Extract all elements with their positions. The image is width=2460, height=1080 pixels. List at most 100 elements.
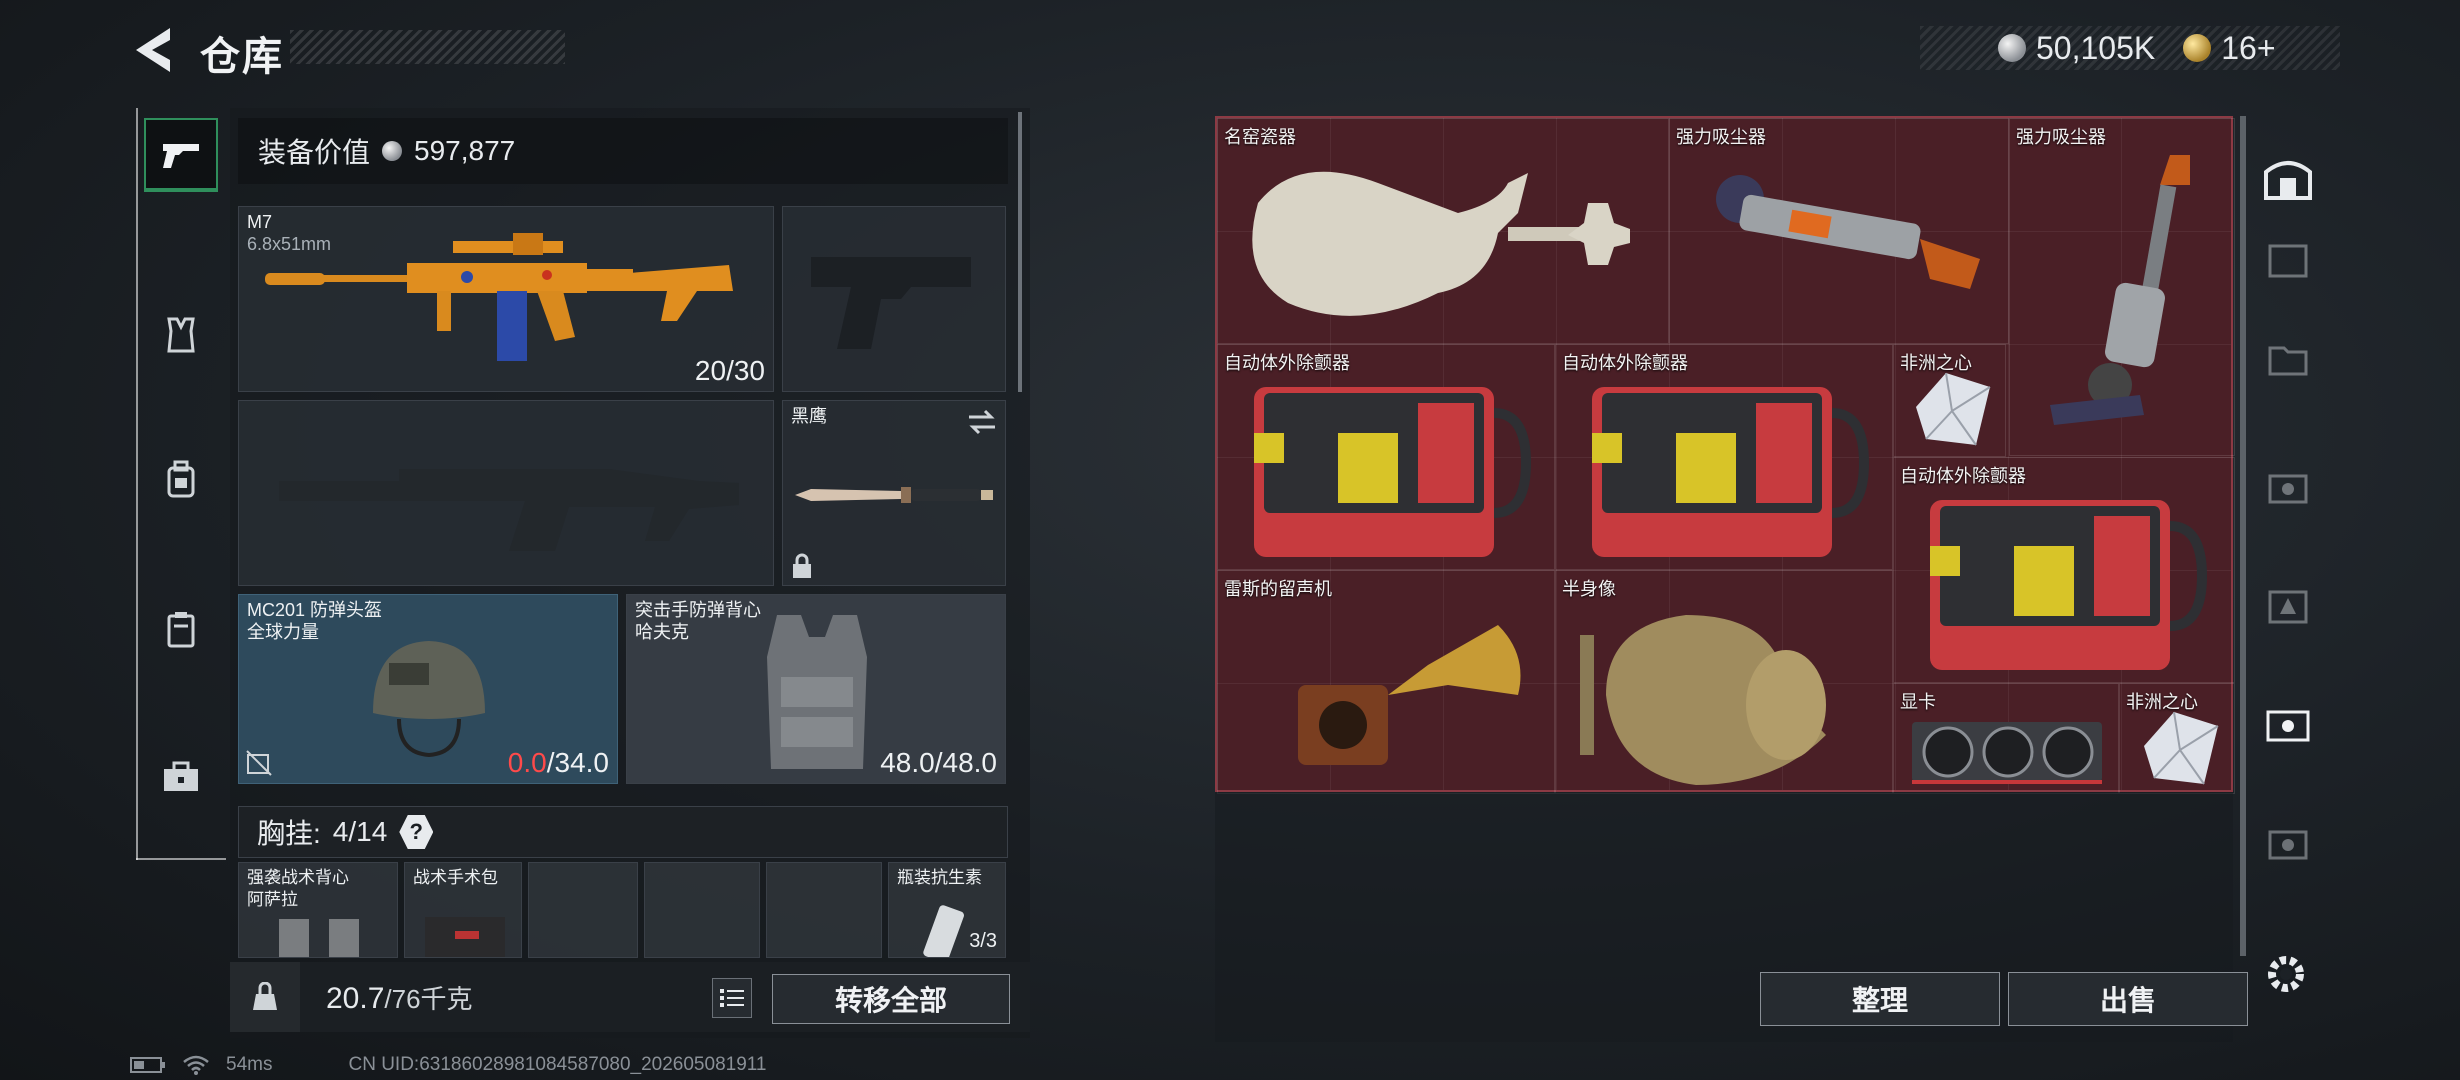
pouch-name-text: 强袭战术背心 xyxy=(247,868,349,887)
secondary-weapon-slot[interactable] xyxy=(238,400,774,586)
storage-tab[interactable] xyxy=(2258,328,2318,388)
storage-item[interactable]: 自动体外除颤器 xyxy=(1555,344,1893,570)
item-name: 雷斯的留声机 xyxy=(1224,579,1332,599)
kettlebell-icon xyxy=(253,982,277,1010)
item-name: 自动体外除颤器 xyxy=(1900,466,2026,486)
vest-name-text: 突击手防弹背心 xyxy=(635,600,761,620)
storage-item[interactable]: 非洲之心 xyxy=(2119,683,2235,794)
back-arrow-icon xyxy=(136,28,170,72)
storage-item[interactable]: 名窑瓷器 xyxy=(1217,118,1669,344)
user-uid: CN UID:63186028981084587080_202605081911 xyxy=(348,1054,767,1075)
help-button[interactable]: ? xyxy=(399,815,434,849)
knife-slot[interactable]: 黑鹰 xyxy=(782,400,1006,586)
shirt-icon xyxy=(167,317,195,353)
pouch-name: 瓶装抗生素 xyxy=(897,868,982,887)
gold-coin-icon xyxy=(2183,34,2212,62)
crate-icon xyxy=(2268,590,2308,624)
nav-clothing[interactable] xyxy=(144,298,218,372)
transfer-all-button[interactable]: 转移全部 xyxy=(772,974,1010,1024)
nav-weapons[interactable] xyxy=(144,118,218,192)
vase-icon xyxy=(1252,171,1630,316)
swap-icon[interactable] xyxy=(967,409,997,435)
diamond-icon xyxy=(2144,711,2219,785)
storage-tab-active[interactable] xyxy=(2258,694,2318,754)
storage-tab-home[interactable] xyxy=(2258,148,2318,208)
weight-current: 20.7 xyxy=(326,981,385,1015)
storage-scrollbar[interactable] xyxy=(2240,116,2246,956)
battery-icon xyxy=(130,1057,165,1073)
case-icon xyxy=(2268,830,2308,860)
equipment-value: 597,877 xyxy=(414,135,516,166)
defibrillator-icon xyxy=(1592,387,1870,557)
settings-button[interactable] xyxy=(2262,950,2310,998)
helmet-durability: 0.0/34.0 xyxy=(508,747,609,779)
rifle-silhouette-icon xyxy=(279,469,739,551)
weight-text: 20.7/76千克 xyxy=(326,979,473,1016)
storage-item[interactable]: 自动体外除颤器 xyxy=(1217,344,1555,570)
folder-icon xyxy=(2268,346,2308,376)
storage-item[interactable]: 显卡 xyxy=(1893,683,2119,794)
loadout-scrollbar[interactable] xyxy=(1018,112,1022,392)
gear-icon xyxy=(2268,956,2304,992)
nav-backpack[interactable] xyxy=(144,442,218,516)
storage-tab-bar xyxy=(2250,110,2322,960)
nav-toolbox[interactable] xyxy=(144,740,218,814)
weight-max: /76千克 xyxy=(384,983,473,1014)
vest-slot[interactable]: 突击手防弹背心 哈夫克 48.0/48.0 xyxy=(626,594,1006,784)
chest-rig-header: 胸挂: 4/14 ? xyxy=(238,806,1008,858)
sort-button[interactable]: 整理 xyxy=(1760,972,2000,1026)
helmet-name-text: MC201 防弹头盔 xyxy=(247,600,383,620)
gold-amount[interactable]: 16+ xyxy=(2221,30,2275,67)
pill-bottle-icon xyxy=(923,905,964,957)
list-icon xyxy=(720,989,744,1007)
back-button[interactable] xyxy=(130,22,180,78)
storage-item[interactable]: 强力吸尘器 xyxy=(2009,118,2235,456)
pistol-silhouette-icon xyxy=(811,257,971,349)
pistol-slot[interactable] xyxy=(782,206,1006,392)
storage-item[interactable]: 强力吸尘器 xyxy=(1669,118,2009,344)
vest-name: 突击手防弹背心 哈夫克 xyxy=(635,599,761,643)
item-name: 自动体外除颤器 xyxy=(1562,353,1688,373)
graphics-card-icon xyxy=(1912,722,2102,784)
ping: 54ms xyxy=(226,1054,273,1075)
storage-tab[interactable] xyxy=(2258,576,2318,636)
pouch-slot[interactable]: 瓶装抗生素 3/3 xyxy=(888,862,1006,958)
weight-bar: 20.7/76千克 转移全部 xyxy=(230,962,1030,1032)
gun-icon xyxy=(163,144,199,168)
vest-icon xyxy=(767,615,867,769)
diamond-icon xyxy=(1916,372,1991,446)
list-view-button[interactable] xyxy=(712,978,752,1018)
pouch-slot[interactable] xyxy=(644,862,760,958)
storage-item[interactable]: 半身像 xyxy=(1555,570,1893,794)
storage-item[interactable]: 雷斯的留声机 xyxy=(1217,570,1555,794)
lock-icon xyxy=(793,553,811,578)
wifi-icon xyxy=(183,1055,209,1075)
storage-item[interactable]: 非洲之心 xyxy=(1893,344,2006,457)
pouch-slot[interactable] xyxy=(528,862,638,958)
sell-button[interactable]: 出售 xyxy=(2008,972,2248,1026)
vest-brand: 哈夫克 xyxy=(635,622,689,642)
vacuum-icon xyxy=(1716,175,1980,289)
helmet-durability-max: /34.0 xyxy=(546,747,609,778)
pouch-slot[interactable]: 战术手术包 xyxy=(404,862,522,958)
nav-case[interactable] xyxy=(144,592,218,666)
case-icon xyxy=(2268,474,2308,504)
box-icon xyxy=(2268,244,2308,278)
primary-weapon-slot[interactable]: M7 6.8x51mm 20/30 xyxy=(238,206,774,392)
storage-tab[interactable] xyxy=(2258,456,2318,516)
storage-item[interactable]: 自动体外除颤器 xyxy=(1893,457,2235,683)
helmet-slot[interactable]: MC201 防弹头盔 全球力量 0.0/34.0 xyxy=(238,594,618,784)
pouch-slot[interactable]: 强袭战术背心 阿萨拉 xyxy=(238,862,398,958)
storage-tab[interactable] xyxy=(2258,230,2318,290)
item-name: 显卡 xyxy=(1900,692,1936,712)
vest-durability: 48.0/48.0 xyxy=(880,747,997,778)
case-icon xyxy=(167,612,195,648)
warehouse-icon xyxy=(2264,161,2312,200)
helmet-durability-current: 0.0 xyxy=(507,747,547,778)
pouch-slot[interactable] xyxy=(766,862,882,958)
silver-coin-icon xyxy=(1998,34,2026,62)
helmet-icon xyxy=(373,641,485,758)
storage-tab[interactable] xyxy=(2258,812,2318,872)
case-icon xyxy=(2266,710,2310,742)
nav-divider xyxy=(136,858,226,860)
